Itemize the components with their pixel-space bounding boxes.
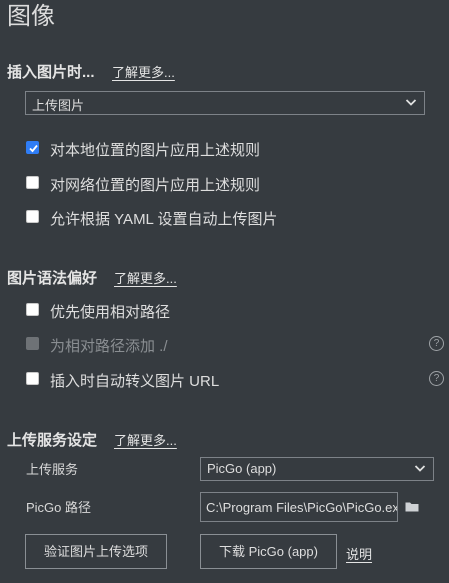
escape-url-checkbox[interactable] [26,372,39,385]
apply-local-label: 对本地位置的图片应用上述规则 [50,142,261,159]
upload-learn-more-link[interactable]: 了解更多... [114,430,177,449]
syntax-section-title: 图片语法偏好 [7,270,98,287]
prefer-relative-checkbox[interactable] [26,303,39,316]
picgo-path-label: PicGo 路径 [26,500,92,515]
add-dot-slash-checkbox[interactable] [26,337,39,350]
folder-icon[interactable] [405,501,419,512]
upload-section-title: 上传服务设定 [7,432,98,449]
upload-service-value: PicGo (app) [207,461,277,476]
explain-link[interactable]: 说明 [346,544,372,563]
escape-url-label: 插入时自动转义图片 URL [50,373,220,390]
add-dot-slash-label: 为相对路径添加 ./ [50,338,168,355]
chevron-down-icon [405,99,417,106]
apply-network-label: 对网络位置的图片应用上述规则 [50,177,261,194]
help-icon[interactable]: ? [429,336,444,351]
upload-service-label: 上传服务 [26,462,79,477]
prefer-relative-label: 优先使用相对路径 [50,304,171,321]
verify-upload-button[interactable]: 验证图片上传选项 [25,534,167,569]
apply-local-checkbox[interactable] [26,141,39,154]
insert-learn-more-link[interactable]: 了解更多... [112,62,175,81]
picgo-path-value: C:\Program Files\PicGo\PicGo.exe [206,500,398,515]
insert-action-select[interactable]: 上传图片 [25,91,425,115]
insert-action-value: 上传图片 [32,98,85,113]
check-icon [29,144,38,153]
chevron-down-icon [414,465,426,472]
yaml-upload-checkbox[interactable] [26,210,39,223]
page-title: 图像 [7,3,55,30]
upload-service-select[interactable]: PicGo (app) [200,457,434,481]
syntax-learn-more-link[interactable]: 了解更多... [114,268,177,287]
picgo-path-input[interactable]: C:\Program Files\PicGo\PicGo.exe [200,492,398,522]
yaml-upload-label: 允许根据 YAML 设置自动上传图片 [50,211,278,228]
apply-network-checkbox[interactable] [26,176,39,189]
help-icon[interactable]: ? [429,371,444,386]
insert-section-title: 插入图片时... [7,64,95,81]
download-picgo-button[interactable]: 下载 PicGo (app) [200,534,337,569]
